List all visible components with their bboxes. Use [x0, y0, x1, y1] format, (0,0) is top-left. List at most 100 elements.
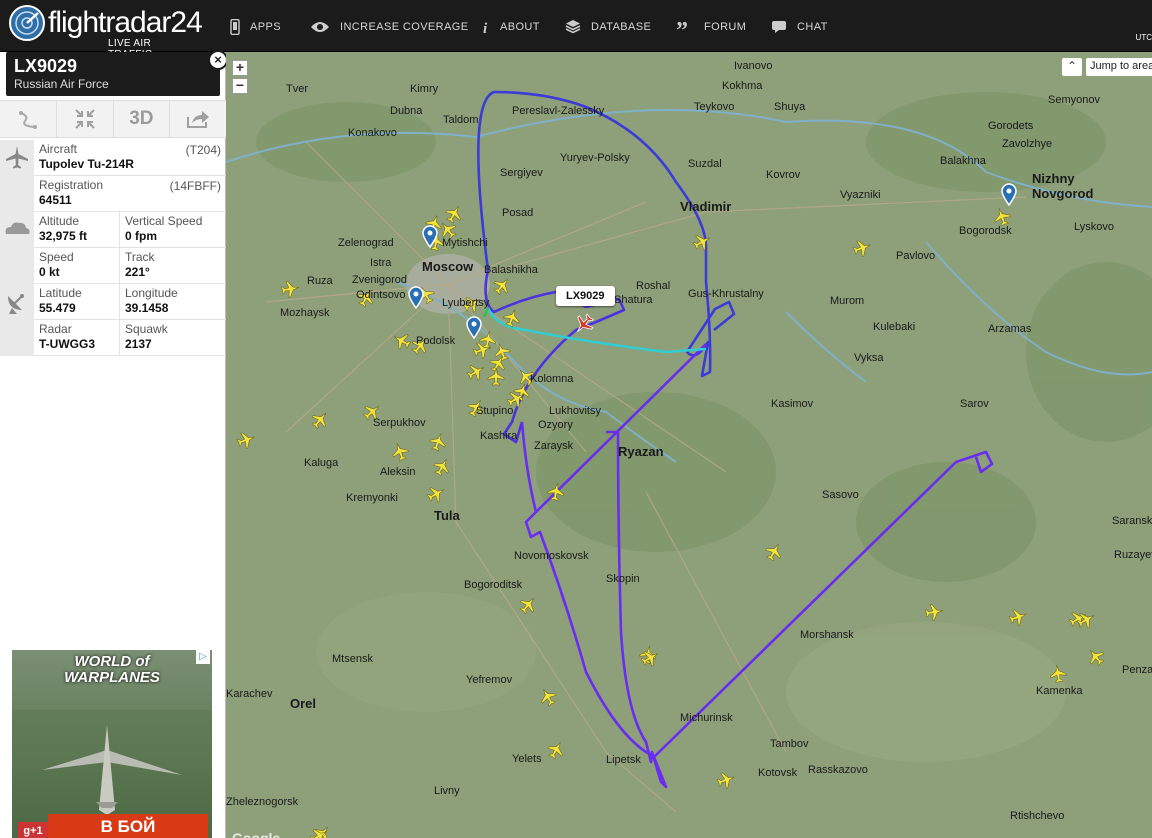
place-label: Kasimov	[771, 398, 814, 410]
nav-database[interactable]: DATABASE	[565, 16, 651, 38]
nav-chat[interactable]: CHAT	[771, 16, 828, 38]
place-label: Zaraysk	[534, 440, 574, 452]
share-button[interactable]	[170, 101, 226, 137]
ad-cta-button[interactable]: В БОЙ	[48, 814, 208, 838]
place-label: Yelets	[512, 753, 542, 765]
view-3d-button[interactable]: 3D	[114, 101, 171, 137]
track-value: 221°	[125, 265, 150, 279]
place-label: Ruzayevka	[1114, 549, 1152, 561]
nav-increase-coverage[interactable]: INCREASE COVERAGE	[310, 16, 468, 38]
nav-apps-label: APPS	[250, 21, 281, 33]
place-label: Rasskazovo	[808, 764, 868, 776]
selected-flight-label[interactable]: LX9029	[556, 286, 615, 306]
cell-divider	[119, 248, 120, 284]
cell-divider	[119, 284, 120, 320]
map-view[interactable]: Ivanovo Kokhma Tver Kimry Semyonov Dubna Taldo…	[226, 52, 1152, 838]
weather-category	[0, 212, 34, 248]
speed-value: 0 kt	[39, 265, 60, 279]
registration-category	[0, 176, 34, 212]
flight-callsign: LX9029	[14, 56, 78, 76]
track-cell: Track 221°	[125, 251, 155, 280]
zoom-in-button[interactable]: +	[232, 60, 248, 76]
cloud-icon	[5, 222, 30, 234]
flightradar24-logo[interactable]: flightradar24 LIVE AIR TRAFFIC	[8, 4, 203, 60]
nav-forum[interactable]: ” FORUM	[676, 16, 746, 38]
nav-increase-coverage-label: INCREASE COVERAGE	[340, 21, 469, 33]
nav-about[interactable]: i ABOUT	[482, 16, 540, 38]
place-label: Istra	[370, 257, 392, 269]
jump-to-area[interactable]: ⌃ Jump to area	[1062, 58, 1152, 76]
place-label: Moscow	[422, 259, 474, 274]
nav-apps[interactable]: APPS	[230, 16, 281, 38]
place-label: Bogorodsk	[959, 225, 1012, 237]
show-route-button[interactable]	[0, 101, 57, 137]
database-icon	[565, 20, 581, 34]
google-logo: Google	[232, 830, 281, 838]
place-label: Tula	[434, 508, 461, 523]
share-icon	[187, 111, 210, 128]
place-label: Livny	[434, 785, 460, 797]
place-label: Tambov	[770, 738, 809, 750]
route-icon	[18, 111, 37, 129]
place-label: Skopin	[606, 573, 640, 585]
latitude-label: Latitude	[39, 286, 82, 300]
gplus-button[interactable]: g+1	[18, 822, 48, 838]
place-label: Karachev	[226, 688, 273, 700]
longitude-cell: Longitude 39.1458	[125, 287, 178, 316]
place-label: Zelenograd	[338, 237, 394, 249]
nav-about-label: ABOUT	[500, 21, 540, 33]
place-label: Kaluga	[304, 457, 339, 469]
center-aircraft-button[interactable]	[57, 101, 114, 137]
place-label: Mtsensk	[332, 653, 373, 665]
advertisement-banner[interactable]: WORLD of WARPLANES ▷ g+1 В БОЙ	[12, 650, 212, 838]
place-label: Tver	[286, 83, 308, 95]
place-label: Kimry	[410, 83, 439, 95]
place-label: Roshal	[636, 280, 670, 292]
adchoices-icon[interactable]: ▷	[196, 650, 210, 664]
place-label: Zvenigorod	[352, 274, 407, 286]
place-label: Pavlovo	[896, 250, 935, 262]
place-label: Gorodets	[988, 120, 1034, 132]
place-label: Zheleznogorsk	[226, 796, 299, 808]
airplane-icon	[6, 146, 28, 169]
squawk-value: 2137	[125, 337, 152, 351]
place-label: Sasovo	[822, 489, 859, 501]
place-label: Sergiyev	[500, 167, 543, 179]
flight-operator: Russian Air Force	[14, 77, 109, 91]
place-label: Michurinsk	[680, 712, 733, 724]
radar-value: T-UWGG3	[39, 337, 95, 351]
altitude-label: Altitude	[39, 214, 80, 228]
registration-cell: Registration 64511 (14FBFF)	[39, 179, 221, 208]
jump-to-area-label[interactable]: Jump to area	[1086, 58, 1152, 76]
place-label: Yefremov	[466, 674, 513, 686]
close-panel-button[interactable]: ×	[208, 50, 228, 70]
place-label: Vyazniki	[840, 189, 881, 201]
chevron-up-icon[interactable]: ⌃	[1062, 58, 1082, 76]
nav-database-label: DATABASE	[591, 21, 652, 33]
radar-cell: Radar T-UWGG3	[39, 323, 95, 352]
place-label: Kokhma	[722, 80, 763, 92]
map-canvas[interactable]: Ivanovo Kokhma Tver Kimry Semyonov Dubna Taldo…	[226, 52, 1152, 838]
place-label: Lyskovo	[1074, 221, 1114, 233]
place-label: Stupino	[476, 405, 513, 417]
flight-info-panel: LX9029 Russian Air Force × 3D Aircraft T…	[0, 50, 228, 838]
place-label: Lukhovitsy	[549, 405, 601, 417]
svg-text:”: ”	[676, 20, 688, 34]
flight-details: Aircraft Tupolev Tu-214R (T204) Registra…	[0, 140, 226, 356]
place-label: Mytishchi	[442, 237, 488, 249]
speed-row: Speed 0 kt Track 221°	[0, 248, 226, 284]
brand-name: flightradar24	[48, 6, 203, 39]
place-label: Saransk	[1112, 515, 1152, 527]
utc-clock-label: UTC	[1135, 33, 1152, 42]
zoom-out-button[interactable]: −	[232, 78, 248, 94]
place-label: Yuryev-Polsky	[560, 152, 630, 164]
vertical-speed-cell: Vertical Speed 0 fpm	[125, 215, 202, 244]
collapse-icon	[74, 109, 95, 129]
cell-divider	[119, 320, 120, 356]
place-label: Rtishchevo	[1010, 810, 1064, 822]
radar-category-cont	[0, 320, 34, 356]
altitude-row: Altitude 32,975 ft Vertical Speed 0 fpm	[0, 212, 226, 248]
longitude-label: Longitude	[125, 286, 178, 300]
registration-value: 64511	[39, 193, 72, 207]
eye-icon	[311, 22, 329, 32]
